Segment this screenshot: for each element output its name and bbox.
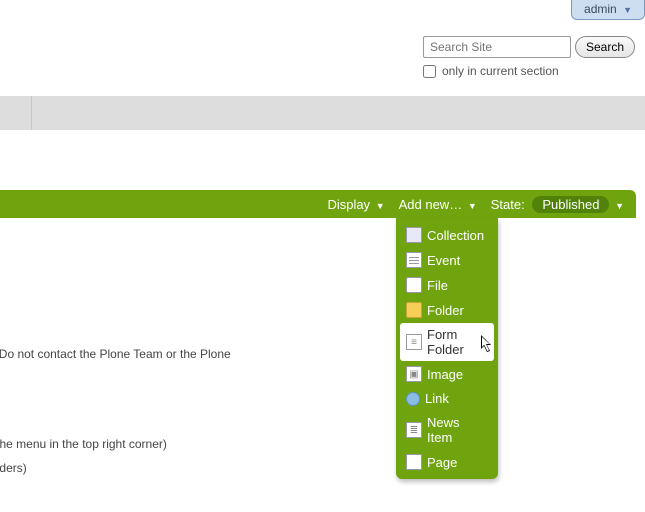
menu-item-event[interactable]: Event: [400, 248, 494, 272]
menu-label: Event: [427, 253, 460, 268]
menu-item-collection[interactable]: Collection: [400, 223, 494, 247]
menu-label: Collection: [427, 228, 484, 243]
only-section-checkbox[interactable]: [423, 65, 436, 78]
search-input[interactable]: [423, 36, 571, 58]
state-menu[interactable]: State: Published ▼: [491, 196, 624, 213]
bullet-line: egistration, password policies, etc): [0, 485, 600, 499]
intro-paragraph: this web site has just installed Plone. …: [0, 347, 600, 361]
state-prefix: State:: [491, 197, 525, 212]
tab-bar: [0, 96, 645, 130]
state-badge: Published: [532, 196, 609, 213]
collection-icon: [406, 227, 422, 243]
event-icon: [406, 252, 422, 268]
tab-bar-segment: [0, 96, 32, 130]
user-menu[interactable]: admin ▼: [571, 0, 645, 20]
bullet-line: ou should have a Site Setup entry in the…: [0, 437, 600, 451]
add-new-label: Add new…: [399, 197, 463, 212]
add-new-menu[interactable]: Add new… ▼: [399, 197, 477, 212]
chevron-down-icon: ▼: [623, 5, 632, 15]
only-section-label: only in current section: [442, 64, 559, 78]
search-button[interactable]: Search: [575, 36, 635, 58]
chevron-down-icon: ▼: [376, 201, 385, 211]
page-title: Plone.: [0, 290, 600, 311]
subheading: do the following:: [0, 401, 600, 417]
display-menu[interactable]: Display ▼: [327, 197, 384, 212]
display-label: Display: [327, 197, 370, 212]
action-bar: Display ▼ Add new… ▼ State: Published ▼: [0, 190, 636, 218]
chevron-down-icon: ▼: [615, 201, 624, 211]
user-name: admin: [584, 2, 617, 16]
chevron-down-icon: ▼: [468, 201, 477, 211]
bullet-line: y users and send out password reminders): [0, 461, 600, 475]
search-area: Search only in current section: [423, 36, 635, 78]
page-content: Plone. this web site has just installed …: [0, 290, 600, 509]
